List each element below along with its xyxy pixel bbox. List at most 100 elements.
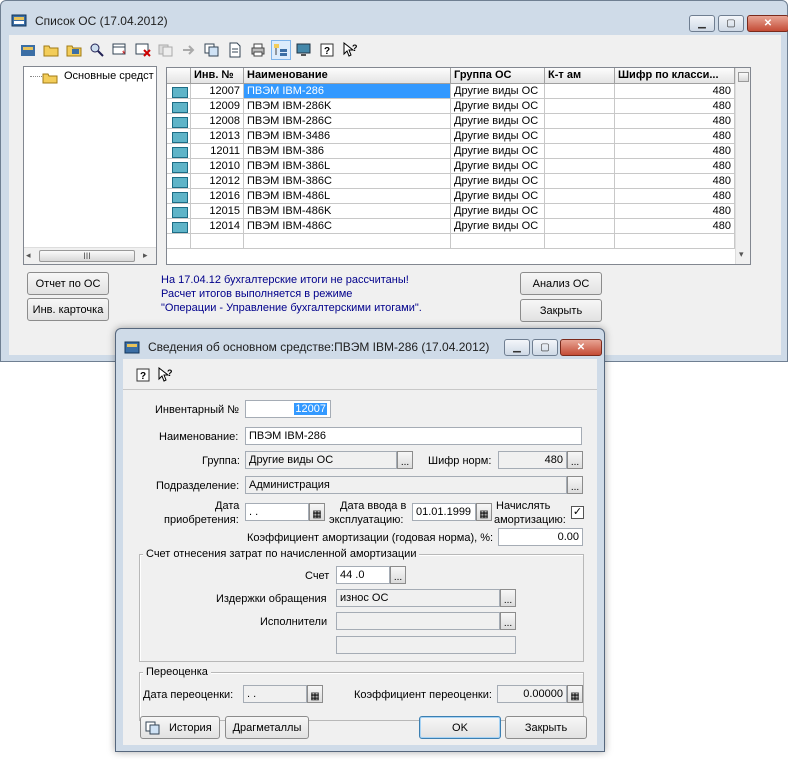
row-icon-cell[interactable] [167, 174, 191, 189]
dialog-close-action-button[interactable]: Закрыть [505, 716, 587, 739]
cell-code[interactable]: 480 [615, 84, 735, 99]
empty-cell[interactable] [244, 234, 451, 249]
cell-code[interactable]: 480 [615, 174, 735, 189]
group-field[interactable]: Другие виды ОС [245, 451, 397, 469]
card-folder-icon[interactable] [64, 40, 84, 60]
cell-group[interactable]: Другие виды ОС [451, 99, 545, 114]
cell-kt[interactable] [545, 144, 615, 159]
amort-checkbox[interactable]: ✓ [571, 506, 584, 519]
empty-cell[interactable] [545, 234, 615, 249]
cell-kt[interactable] [545, 84, 615, 99]
costs-field[interactable]: износ ОС [336, 589, 500, 607]
new-card-icon[interactable] [18, 40, 38, 60]
maximize-button[interactable]: ▢ [718, 15, 744, 32]
cell-inv[interactable]: 12007 [191, 84, 244, 99]
cell-kt[interactable] [545, 129, 615, 144]
empty-cell[interactable] [615, 234, 735, 249]
cell-group[interactable]: Другие виды ОС [451, 114, 545, 129]
row-icon-cell[interactable] [167, 189, 191, 204]
monitor-icon[interactable] [294, 40, 314, 60]
column-header[interactable]: К-т ам [545, 68, 615, 84]
executors-field[interactable] [336, 612, 500, 630]
cell-name[interactable]: ПВЭМ IBM-486K [244, 204, 451, 219]
cell-inv[interactable]: 12012 [191, 174, 244, 189]
cell-name[interactable]: ПВЭМ IBM-486L [244, 189, 451, 204]
cell-code[interactable]: 480 [615, 99, 735, 114]
tree-hscrollbar[interactable]: ◂ III ▸ [24, 247, 156, 264]
cell-kt[interactable] [545, 114, 615, 129]
cell-code[interactable]: 480 [615, 189, 735, 204]
cell-name[interactable]: ПВЭМ IBM-3486 [244, 129, 451, 144]
inventory-card-button[interactable]: Инв. карточка [27, 298, 109, 321]
coef-field[interactable]: 0.00 [498, 528, 583, 546]
cell-inv[interactable]: 12011 [191, 144, 244, 159]
row-icon-cell[interactable] [167, 144, 191, 159]
close-window-button[interactable]: ✕ [747, 15, 788, 32]
empty-cell[interactable] [167, 234, 191, 249]
minimize-button[interactable]: ▁ [689, 15, 715, 32]
scroll-thumb[interactable] [738, 72, 749, 82]
cell-inv[interactable]: 12013 [191, 129, 244, 144]
cell-code[interactable]: 480 [615, 219, 735, 234]
acq-calendar-button[interactable]: ▦ [309, 503, 325, 521]
reval-date-field[interactable]: . . [243, 685, 307, 703]
cell-name[interactable]: ПВЭМ IBM-386L [244, 159, 451, 174]
cell-inv[interactable]: 12008 [191, 114, 244, 129]
scroll-right-icon[interactable]: ▸ [143, 250, 148, 261]
cell-code[interactable]: 480 [615, 204, 735, 219]
report-button[interactable]: Отчет по ОС [27, 272, 109, 295]
cell-inv[interactable]: 12009 [191, 99, 244, 114]
cell-group[interactable]: Другие виды ОС [451, 129, 545, 144]
cell-group[interactable]: Другие виды ОС [451, 174, 545, 189]
print-icon[interactable] [248, 40, 268, 60]
context-help-icon[interactable]: ? [340, 40, 360, 60]
category-tree[interactable]: Основные средст ◂ III ▸ [23, 66, 157, 265]
help-icon[interactable]: ? [133, 365, 153, 385]
row-icon-cell[interactable] [167, 219, 191, 234]
find-icon[interactable] [87, 40, 107, 60]
grid-vscrollbar[interactable]: ▾ [735, 68, 750, 264]
column-header[interactable]: Группа ОС [451, 68, 545, 84]
empty-cell[interactable] [451, 234, 545, 249]
cell-group[interactable]: Другие виды ОС [451, 84, 545, 99]
cell-inv[interactable]: 12015 [191, 204, 244, 219]
account-field[interactable]: 44 .0 [336, 566, 390, 584]
group-select-button[interactable]: ... [397, 451, 413, 469]
row-icon-cell[interactable] [167, 159, 191, 174]
row-icon-cell[interactable] [167, 114, 191, 129]
acq-date-field[interactable]: . . [245, 503, 309, 521]
code-select-button[interactable]: ... [567, 451, 583, 469]
analysis-button[interactable]: Анализ ОС [520, 272, 602, 295]
dept-field[interactable]: Администрация [245, 476, 567, 494]
commission-date-field[interactable]: 01.01.1999 [412, 503, 476, 521]
cell-group[interactable]: Другие виды ОС [451, 144, 545, 159]
reval-coef-field[interactable]: 0.00000 [497, 685, 567, 703]
cell-inv[interactable]: 12014 [191, 219, 244, 234]
assets-grid[interactable]: Инв. № Наименование Группа ОС К-т ам Шифр по… [166, 67, 751, 265]
cell-code[interactable]: 480 [615, 129, 735, 144]
row-icon-cell[interactable] [167, 99, 191, 114]
copy-icon[interactable] [202, 40, 222, 60]
cell-group[interactable]: Другие виды ОС [451, 204, 545, 219]
dept-select-button[interactable]: ... [567, 476, 583, 494]
row-icon-cell[interactable] [167, 129, 191, 144]
cell-name[interactable]: ПВЭМ IBM-486C [244, 219, 451, 234]
metals-button[interactable]: Драгметаллы [225, 716, 309, 739]
cell-name[interactable]: ПВЭМ IBM-386C [244, 174, 451, 189]
add-row-icon[interactable]: * [110, 40, 130, 60]
empty-cell[interactable] [191, 234, 244, 249]
row-icon-cell[interactable] [167, 84, 191, 99]
open-folder-icon[interactable] [41, 40, 61, 60]
executors-select-button[interactable]: ... [500, 612, 516, 630]
code-field[interactable]: 480 [498, 451, 567, 469]
dialog-minimize-button[interactable]: ▁ [504, 339, 530, 356]
cell-inv[interactable]: 12010 [191, 159, 244, 174]
dialog-maximize-button[interactable]: ▢ [532, 339, 558, 356]
cell-name[interactable]: ПВЭМ IBM-286 [244, 84, 451, 99]
cell-kt[interactable] [545, 99, 615, 114]
cell-code[interactable]: 480 [615, 144, 735, 159]
cell-kt[interactable] [545, 174, 615, 189]
tree-item-root[interactable]: Основные средст [64, 70, 154, 82]
name-field[interactable]: ПВЭМ IBM-286 [245, 427, 582, 445]
cell-kt[interactable] [545, 189, 615, 204]
